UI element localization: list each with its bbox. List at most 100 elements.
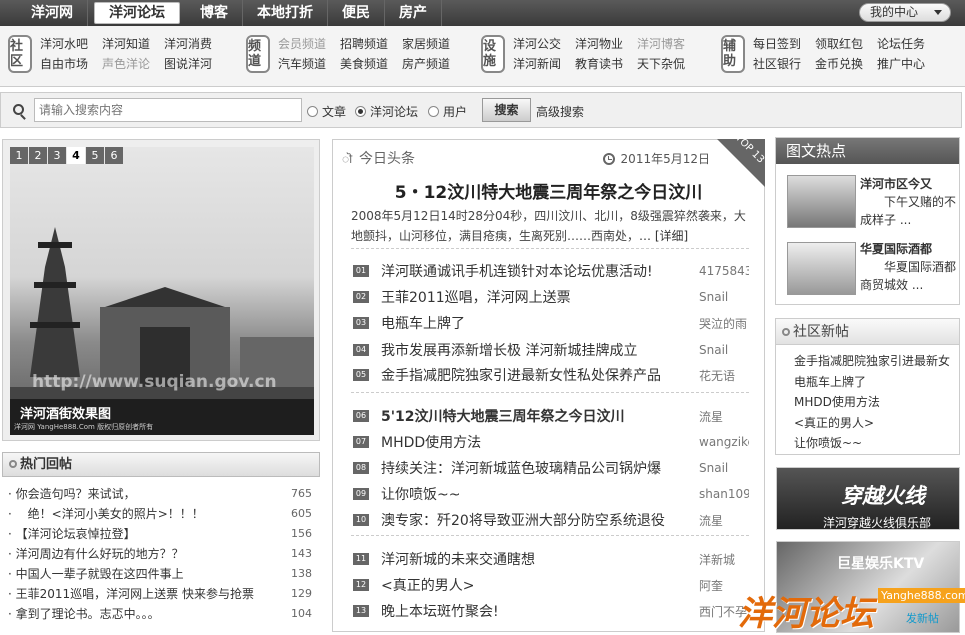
- category-link[interactable]: 洋河消费: [164, 37, 212, 53]
- category-link[interactable]: 房产频道: [402, 57, 450, 73]
- article-row[interactable]: 05 金手指减肥院独家引进最新女性私处保养产品 花无语: [353, 362, 749, 388]
- article-author[interactable]: wangzike: [699, 435, 749, 449]
- article-author[interactable]: 花无语: [699, 367, 749, 384]
- category-link[interactable]: 金币兑换: [815, 57, 863, 73]
- category-link[interactable]: 每日签到: [753, 37, 801, 53]
- hot-reply-row[interactable]: · 绝！<洋河小美女的照片>！！！ 605: [8, 504, 312, 524]
- category-link[interactable]: 图说洋河: [164, 57, 212, 73]
- search-button[interactable]: 搜索: [482, 98, 531, 122]
- article-row[interactable]: 12 <真正的男人> 阿奎: [353, 572, 749, 598]
- thumbnail-street[interactable]: [787, 175, 856, 228]
- article-row[interactable]: 10 澳专家：歼20将导致亚洲大部分防空系统退役 流星: [353, 507, 749, 533]
- category-link[interactable]: 洋河水吧: [40, 37, 88, 53]
- category-link[interactable]: 天下杂侃: [637, 57, 685, 73]
- new-post-item[interactable]: MHDD使用方法: [794, 392, 950, 413]
- category-link[interactable]: 教育读书: [575, 57, 623, 73]
- search-input[interactable]: [34, 98, 302, 122]
- article-title[interactable]: 晚上本坛斑竹聚会!: [381, 601, 699, 621]
- article-title[interactable]: 电瓶车上牌了: [381, 313, 699, 333]
- article-title[interactable]: 5'12汶川特大地震三周年祭之今日汶川: [381, 406, 699, 426]
- article-title[interactable]: 持续关注：洋河新城蓝色玻璃精品公司锅炉爆: [381, 458, 699, 478]
- category-link[interactable]: 洋河博客: [637, 37, 685, 53]
- category-link[interactable]: 洋河公交: [513, 37, 561, 53]
- category-link[interactable]: 招聘频道: [340, 37, 388, 53]
- new-post-item[interactable]: 电瓶车上牌了: [794, 372, 950, 393]
- article-row[interactable]: 07 MHDD使用方法wangzike: [353, 429, 749, 455]
- slide-number[interactable]: 6: [105, 147, 123, 164]
- more-link[interactable]: … [详细]: [639, 229, 688, 243]
- radio-user[interactable]: 用户: [428, 103, 467, 120]
- article-title[interactable]: 金手指减肥院独家引进最新女性私处保养产品: [381, 365, 699, 385]
- slide-number[interactable]: 2: [29, 147, 47, 164]
- slide-image[interactable]: 123456 http://www.suqian.gov.cn 洋河酒街效果图 …: [10, 147, 314, 435]
- slide-number[interactable]: 5: [86, 147, 104, 164]
- article-title[interactable]: 洋河新城的未来交通瞎想: [381, 549, 699, 569]
- article-author[interactable]: Snail: [699, 290, 749, 304]
- advanced-search-link[interactable]: 高级搜索: [536, 103, 584, 120]
- article-row[interactable]: 11 洋河新城的未来交通瞎想 洋新城: [353, 546, 749, 572]
- hot-reply-row[interactable]: · 中国人一辈子就毁在这四件事上 138: [8, 564, 312, 584]
- article-author[interactable]: shan109: [699, 487, 749, 501]
- category-link[interactable]: 会员频道: [278, 37, 326, 53]
- category-link[interactable]: 自由市场: [40, 57, 88, 73]
- nav-item[interactable]: 房产: [385, 0, 442, 26]
- article-title[interactable]: 洋河联通诚讯手机连锁针对本论坛优惠活动!: [381, 261, 699, 281]
- article-author[interactable]: 洋新城: [699, 551, 749, 568]
- category-link[interactable]: 汽车频道: [278, 57, 326, 73]
- slide-number[interactable]: 1: [10, 147, 28, 164]
- new-post-item[interactable]: <真正的男人>: [794, 413, 950, 434]
- slide-number[interactable]: 3: [48, 147, 66, 164]
- slide-number[interactable]: 4: [67, 147, 85, 164]
- category-link[interactable]: 家居频道: [402, 37, 450, 53]
- new-post-link[interactable]: 发新帖: [906, 610, 939, 626]
- hot-reply-row[interactable]: · 王菲2011巡唱，洋河网上送票 快来参与抢票 129: [8, 584, 312, 604]
- category-link[interactable]: 洋河新闻: [513, 57, 561, 73]
- my-center-dropdown[interactable]: 我的中心: [859, 3, 951, 22]
- article-author[interactable]: Snail: [699, 461, 749, 475]
- hot-reply-row[interactable]: · 【洋河论坛哀悼拉登】 156: [8, 524, 312, 544]
- article-author[interactable]: 流星: [699, 408, 749, 425]
- article-row[interactable]: 02 王菲2011巡唱，洋河网上送票 Snail: [353, 284, 749, 310]
- image-hot-item[interactable]: 华夏国际酒都 华夏国际酒都商贸城效 ...: [860, 240, 956, 294]
- category-link[interactable]: 论坛任务: [877, 37, 925, 53]
- radio-forum[interactable]: 洋河论坛: [355, 103, 418, 120]
- hot-reply-row[interactable]: · 拿到了理论书。志忑中。。。 104: [8, 604, 312, 624]
- article-author[interactable]: 哭泣的雨: [699, 315, 749, 332]
- article-author[interactable]: 4175843: [699, 264, 749, 278]
- article-row[interactable]: 06 5'12汶川特大地震三周年祭之今日汶川 流星: [353, 403, 749, 429]
- category-link[interactable]: 推广中心: [877, 57, 925, 73]
- article-row[interactable]: 09 让你喷饭~~ shan109: [353, 481, 749, 507]
- nav-item[interactable]: 博客: [186, 0, 243, 26]
- thumbnail-building[interactable]: [787, 242, 856, 295]
- radio-article[interactable]: 文章: [307, 103, 346, 120]
- category-link[interactable]: 洋河知道: [102, 37, 150, 53]
- nav-item[interactable]: 本地打折: [243, 0, 328, 26]
- article-title[interactable]: 让你喷饭~~: [381, 484, 699, 504]
- category-link[interactable]: 社区银行: [753, 57, 801, 73]
- article-row[interactable]: 08 持续关注：洋河新城蓝色玻璃精品公司锅炉爆 Snail: [353, 455, 749, 481]
- article-title[interactable]: <真正的男人>: [381, 575, 699, 595]
- article-title[interactable]: 王菲2011巡唱，洋河网上送票: [381, 287, 699, 307]
- article-title[interactable]: 澳专家：歼20将导致亚洲大部分防空系统退役: [381, 510, 699, 530]
- category-link[interactable]: 声色洋论: [102, 57, 150, 73]
- hot-reply-row[interactable]: · 洋河周边有什么好玩的地方？？ 143: [8, 544, 312, 564]
- article-title[interactable]: MHDD使用方法: [381, 432, 699, 452]
- article-author[interactable]: Snail: [699, 343, 749, 357]
- image-hot-item[interactable]: 洋河市区今又 下午又赌的不成样子 ...: [860, 175, 956, 229]
- caption-title[interactable]: 洋河酒街效果图: [20, 403, 111, 422]
- article-row[interactable]: 04 我市发展再添新增长极 洋河新城挂牌成立 Snail: [353, 337, 749, 363]
- category-link[interactable]: 领取红包: [815, 37, 863, 53]
- headline[interactable]: 5・12汶川特大地震三周年祭之今日汶川: [333, 178, 764, 203]
- article-row[interactable]: 03 电瓶车上牌了 哭泣的雨: [353, 310, 749, 336]
- article-title[interactable]: 我市发展再添新增长极 洋河新城挂牌成立: [381, 340, 699, 360]
- category-link[interactable]: 洋河物业: [575, 37, 623, 53]
- hot-reply-row[interactable]: · 你会造句吗？来试试， 765: [8, 484, 312, 504]
- category-link[interactable]: 美食频道: [340, 57, 388, 73]
- new-post-item[interactable]: 让你喷饭~~: [794, 433, 950, 454]
- new-post-item[interactable]: 金手指减肥院独家引进最新女: [794, 351, 950, 372]
- nav-item[interactable]: 洋河网: [17, 0, 88, 26]
- nav-item[interactable]: 便民: [328, 0, 385, 26]
- article-row[interactable]: 01 洋河联通诚讯手机连锁针对本论坛优惠活动! 4175843: [353, 258, 749, 284]
- article-row[interactable]: 13 晚上本坛斑竹聚会! 西门不孕: [353, 598, 749, 624]
- nav-item[interactable]: 洋河论坛: [94, 2, 180, 24]
